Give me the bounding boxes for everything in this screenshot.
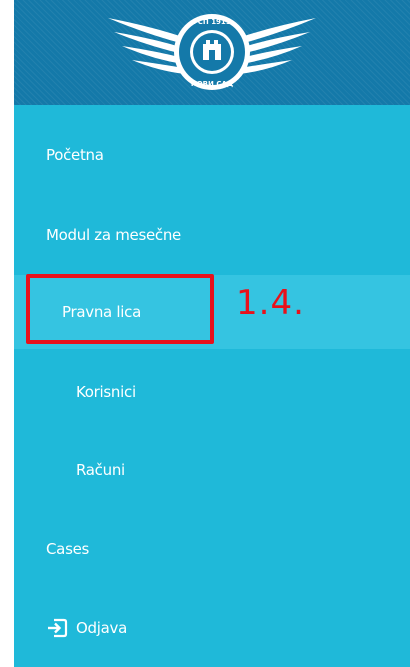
nav-item-label: Računi xyxy=(76,461,125,479)
svg-text:ГСП 1911: ГСП 1911 xyxy=(193,18,231,26)
svg-text:НОВИ САД: НОВИ САД xyxy=(191,80,233,88)
sidebar-header: ГСП 1911 НОВИ САД xyxy=(14,0,410,105)
nav-item-racuni[interactable]: Računi xyxy=(14,433,410,507)
nav-item-label: Modul za mesečne xyxy=(46,226,181,244)
nav-item-korisnici[interactable]: Korisnici xyxy=(14,355,410,429)
sidebar: ГСП 1911 НОВИ САД Početna Modul za meseč… xyxy=(14,0,410,667)
nav-item-odjava[interactable]: Odjava xyxy=(14,591,410,665)
nav-item-label: Cases xyxy=(46,540,90,558)
nav-item-label: Početna xyxy=(46,146,104,164)
logout-icon xyxy=(48,618,68,638)
nav-item-label: Korisnici xyxy=(76,383,136,401)
nav-item-modul-za-mesecne[interactable]: Modul za mesečne xyxy=(14,198,410,272)
annotation-label: 1.4. xyxy=(236,283,305,323)
annotation-highlight-box xyxy=(26,274,214,344)
nav-item-pocetna[interactable]: Početna xyxy=(14,118,410,192)
nav-item-cases[interactable]: Cases xyxy=(14,512,410,586)
gsp-logo-icon: ГСП 1911 НОВИ САД xyxy=(108,14,316,90)
nav-item-label: Odjava xyxy=(76,619,127,637)
